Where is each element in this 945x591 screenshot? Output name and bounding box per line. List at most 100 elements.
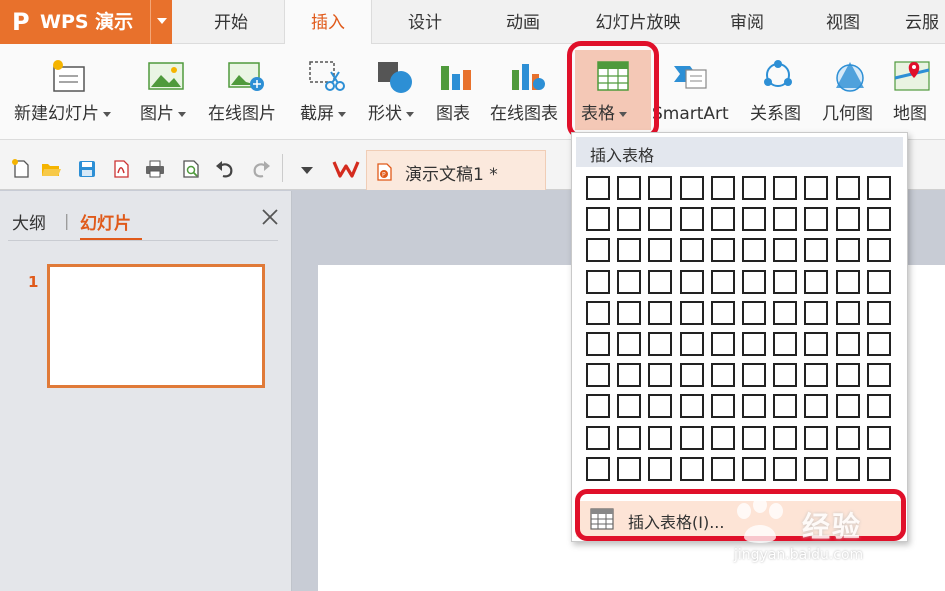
- table-grid-cell[interactable]: [867, 363, 891, 387]
- table-grid-cell[interactable]: [804, 207, 828, 231]
- table-grid-cell[interactable]: [648, 207, 672, 231]
- save-icon[interactable]: [76, 158, 98, 180]
- table-grid-cell[interactable]: [617, 426, 641, 450]
- table-grid-cell[interactable]: [836, 207, 860, 231]
- open-folder-icon[interactable]: [40, 158, 62, 180]
- print-icon[interactable]: [144, 158, 166, 180]
- table-grid-cell[interactable]: [648, 394, 672, 418]
- table-grid-cell[interactable]: [586, 207, 610, 231]
- screenshot-button[interactable]: 截屏: [298, 44, 358, 140]
- table-grid-cell[interactable]: [711, 270, 735, 294]
- table-grid-cell[interactable]: [617, 270, 641, 294]
- table-grid-cell[interactable]: [680, 270, 704, 294]
- table-grid-cell[interactable]: [742, 238, 766, 262]
- table-grid-cell[interactable]: [867, 394, 891, 418]
- tab-insert[interactable]: 插入: [284, 0, 372, 45]
- table-grid-cell[interactable]: [617, 301, 641, 325]
- table-grid-cell[interactable]: [680, 207, 704, 231]
- table-grid-cell[interactable]: [586, 238, 610, 262]
- table-grid-cell[interactable]: [711, 176, 735, 200]
- table-grid-cell[interactable]: [648, 176, 672, 200]
- new-document-icon[interactable]: [10, 158, 32, 180]
- table-grid-cell[interactable]: [617, 238, 641, 262]
- table-grid-cell[interactable]: [867, 207, 891, 231]
- table-grid-cell[interactable]: [804, 176, 828, 200]
- table-grid-cell[interactable]: [586, 176, 610, 200]
- table-grid-cell[interactable]: [711, 207, 735, 231]
- print-preview-icon[interactable]: [180, 158, 202, 180]
- table-grid-cell[interactable]: [773, 176, 797, 200]
- tab-cloud[interactable]: 云服: [905, 0, 945, 44]
- table-grid-cell[interactable]: [648, 332, 672, 356]
- table-grid-cell[interactable]: [617, 332, 641, 356]
- table-grid-cell[interactable]: [804, 301, 828, 325]
- table-grid-cell[interactable]: [711, 363, 735, 387]
- table-grid-cell[interactable]: [836, 176, 860, 200]
- export-pdf-icon[interactable]: [110, 158, 132, 180]
- table-grid-cell[interactable]: [648, 457, 672, 481]
- table-grid-cell[interactable]: [867, 426, 891, 450]
- table-grid-cell[interactable]: [617, 457, 641, 481]
- table-grid-cell[interactable]: [836, 301, 860, 325]
- tab-view[interactable]: 视图: [808, 0, 878, 44]
- table-grid-cell[interactable]: [773, 301, 797, 325]
- online-chart-button[interactable]: 在线图表: [488, 44, 568, 140]
- slide-thumbnail[interactable]: [47, 264, 265, 388]
- table-grid-cell[interactable]: [711, 457, 735, 481]
- table-grid-cell[interactable]: [648, 301, 672, 325]
- table-grid-cell[interactable]: [804, 332, 828, 356]
- table-grid-cell[interactable]: [711, 394, 735, 418]
- chart-button[interactable]: 图表: [434, 44, 480, 140]
- table-grid-cell[interactable]: [773, 238, 797, 262]
- table-grid-cell[interactable]: [867, 301, 891, 325]
- table-grid-cell[interactable]: [742, 426, 766, 450]
- tab-slides[interactable]: 幻灯片: [80, 209, 131, 234]
- map-button[interactable]: 地图: [890, 44, 945, 140]
- online-picture-button[interactable]: 在线图片: [206, 44, 288, 140]
- table-grid-cell[interactable]: [773, 207, 797, 231]
- table-grid-cell[interactable]: [680, 394, 704, 418]
- table-grid-cell[interactable]: [742, 394, 766, 418]
- table-grid-cell[interactable]: [711, 332, 735, 356]
- table-grid-cell[interactable]: [867, 332, 891, 356]
- relation-chart-button[interactable]: 关系图: [748, 44, 810, 140]
- table-grid-cell[interactable]: [617, 176, 641, 200]
- table-grid-cell[interactable]: [742, 301, 766, 325]
- table-grid-cell[interactable]: [648, 363, 672, 387]
- table-grid-cell[interactable]: [586, 270, 610, 294]
- table-grid-cell[interactable]: [711, 301, 735, 325]
- table-grid-cell[interactable]: [680, 332, 704, 356]
- table-grid-cell[interactable]: [617, 394, 641, 418]
- table-grid-cell[interactable]: [617, 363, 641, 387]
- table-grid-cell[interactable]: [680, 426, 704, 450]
- table-grid-cell[interactable]: [742, 176, 766, 200]
- table-grid-cell[interactable]: [711, 426, 735, 450]
- table-grid-cell[interactable]: [773, 363, 797, 387]
- table-grid-cell[interactable]: [742, 207, 766, 231]
- table-grid-cell[interactable]: [711, 238, 735, 262]
- tab-slideshow[interactable]: 幻灯片放映: [578, 0, 698, 44]
- table-grid-cell[interactable]: [648, 426, 672, 450]
- table-grid-cell[interactable]: [867, 238, 891, 262]
- table-grid-cell[interactable]: [680, 363, 704, 387]
- table-grid-cell[interactable]: [586, 332, 610, 356]
- table-grid-cell[interactable]: [586, 301, 610, 325]
- table-grid-cell[interactable]: [867, 176, 891, 200]
- table-grid-cell[interactable]: [617, 207, 641, 231]
- customize-toolbar-icon[interactable]: [296, 158, 318, 180]
- table-grid-cell[interactable]: [836, 363, 860, 387]
- table-grid-cell[interactable]: [804, 394, 828, 418]
- table-size-grid[interactable]: [586, 176, 898, 486]
- redo-icon[interactable]: [250, 158, 272, 180]
- close-icon[interactable]: [258, 205, 282, 229]
- table-grid-cell[interactable]: [773, 394, 797, 418]
- table-grid-cell[interactable]: [742, 270, 766, 294]
- table-grid-cell[interactable]: [867, 270, 891, 294]
- table-grid-cell[interactable]: [804, 426, 828, 450]
- table-grid-cell[interactable]: [648, 270, 672, 294]
- new-slide-button[interactable]: 新建幻灯片: [10, 44, 128, 140]
- shape-button[interactable]: 形状: [366, 44, 426, 140]
- table-grid-cell[interactable]: [804, 457, 828, 481]
- smartart-button[interactable]: SmartArt: [652, 44, 738, 140]
- app-menu-button[interactable]: P WPS 演示: [0, 0, 172, 44]
